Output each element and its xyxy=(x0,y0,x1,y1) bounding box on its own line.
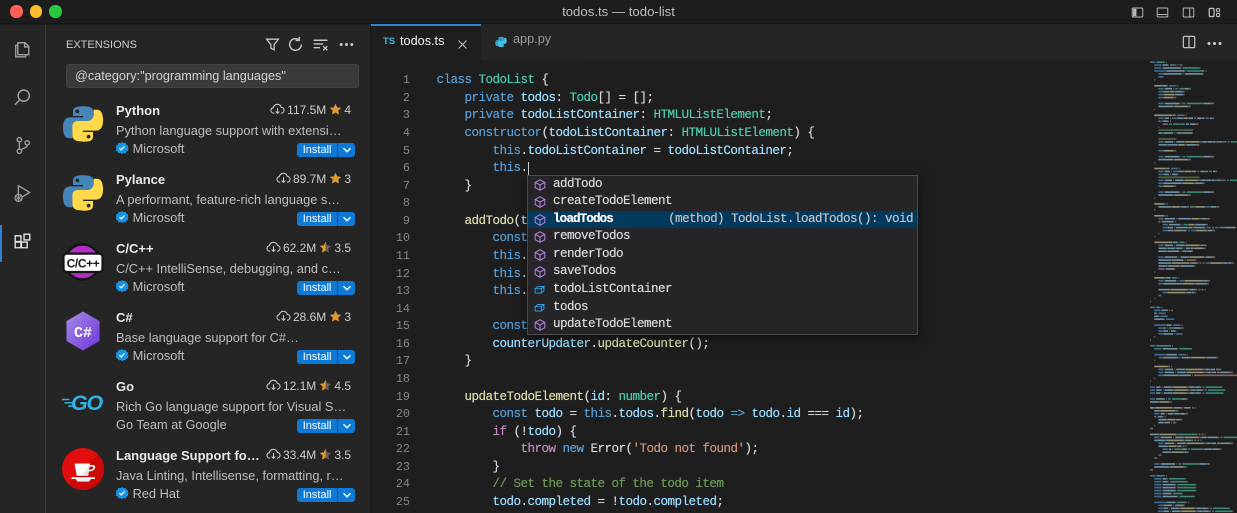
svg-text:C/C++: C/C++ xyxy=(67,257,100,271)
svg-text:C#: C# xyxy=(74,325,92,342)
svg-text:GO: GO xyxy=(71,391,104,415)
